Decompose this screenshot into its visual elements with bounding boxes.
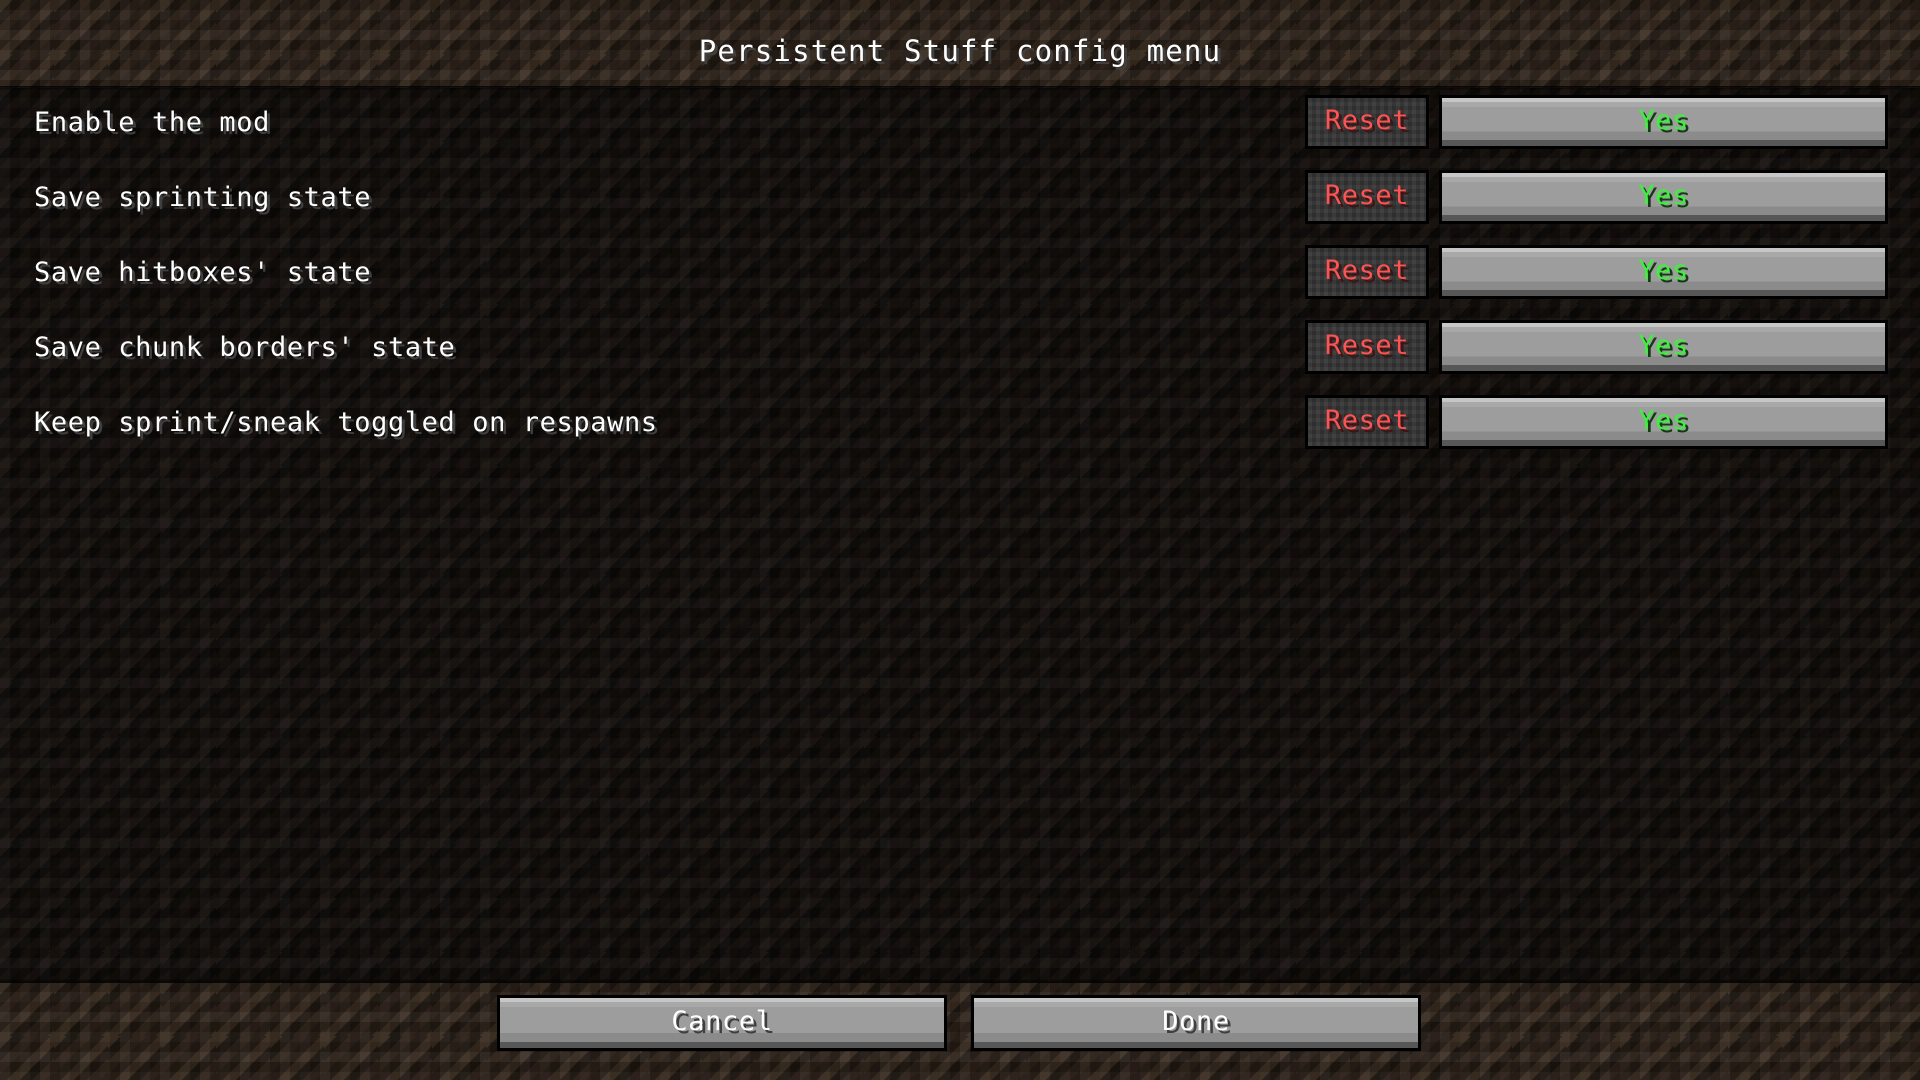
option-toggle-button[interactable]: Yes — [1439, 245, 1888, 299]
option-toggle-button[interactable]: Yes — [1439, 320, 1888, 374]
option-row: Save sprinting state Reset Yes — [0, 170, 1920, 224]
option-toggle-button[interactable]: Yes — [1439, 95, 1888, 149]
option-toggle-value: Yes — [1638, 179, 1689, 211]
reset-button-label: Reset — [1324, 179, 1410, 211]
option-toggle-button[interactable]: Yes — [1439, 395, 1888, 449]
option-row: Keep sprint/sneak toggled on respawns Res… — [0, 395, 1920, 449]
reset-button-label: Reset — [1324, 404, 1410, 436]
reset-button-label: Reset — [1324, 329, 1410, 361]
reset-button[interactable]: Reset — [1305, 95, 1429, 149]
option-label: Save chunk borders' state — [34, 332, 456, 363]
reset-button-label: Reset — [1324, 104, 1410, 136]
header-separator — [0, 86, 1920, 90]
option-row: Save hitboxes' state Reset Yes — [0, 245, 1920, 299]
reset-button[interactable]: Reset — [1305, 245, 1429, 299]
reset-button[interactable]: Reset — [1305, 320, 1429, 374]
reset-button[interactable]: Reset — [1305, 170, 1429, 224]
option-row: Save chunk borders' state Reset Yes — [0, 320, 1920, 374]
option-label: Enable the mod — [34, 107, 270, 138]
reset-button[interactable]: Reset — [1305, 395, 1429, 449]
footer-separator — [0, 978, 1920, 983]
option-toggle-value: Yes — [1638, 404, 1689, 436]
reset-button-label: Reset — [1324, 254, 1410, 286]
done-button-label: Done — [1162, 1005, 1230, 1037]
cancel-button[interactable]: Cancel — [497, 995, 947, 1051]
option-toggle-button[interactable]: Yes — [1439, 170, 1888, 224]
option-label: Save sprinting state — [34, 182, 372, 213]
minecraft-config-screen: Persistent Stuff config menu Enable the … — [0, 0, 1920, 1080]
cancel-button-label: Cancel — [671, 1005, 773, 1037]
page-title: Persistent Stuff config menu — [698, 34, 1222, 68]
done-button[interactable]: Done — [971, 995, 1421, 1051]
option-row: Enable the mod Reset Yes — [0, 95, 1920, 149]
option-toggle-value: Yes — [1638, 254, 1689, 286]
option-toggle-value: Yes — [1638, 104, 1689, 136]
option-toggle-value: Yes — [1638, 329, 1689, 361]
option-label: Save hitboxes' state — [34, 257, 372, 288]
option-label: Keep sprint/sneak toggled on respawns — [34, 407, 658, 438]
footer-dirt-background — [0, 982, 1920, 1080]
